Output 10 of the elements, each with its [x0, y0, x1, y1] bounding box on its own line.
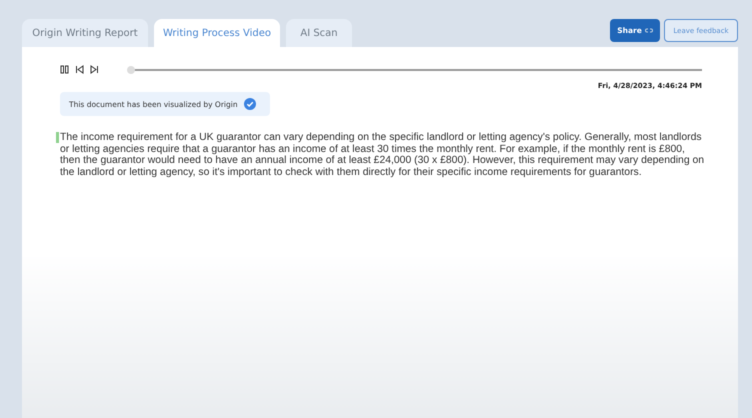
document-text: The income requirement for a UK guarantor can vary depending on the specific landlord or letting agency's policy. Generally, most landlords or letting agencies require that a guarantor has an income of at least 30 times the monthly rent. For example, if the monthly rent is £800, then the guarantor would need to have an annual income of at least £24,000 (30 x £800). However, this requirement may vary depending on the landlord or letting agency, so it's important to check with them directly for their specific income requirements for guarantors. [60, 132, 706, 178]
skip-forward-icon[interactable] [90, 65, 99, 74]
tab[interactable]: Writing Process Video [154, 19, 280, 47]
link-icon [644, 28, 653, 33]
progress-thumb[interactable] [127, 66, 135, 74]
pause-icon[interactable] [60, 65, 69, 74]
tab[interactable]: AI Scan [286, 19, 352, 47]
tab[interactable]: Origin Writing Report [22, 19, 148, 47]
cursor-highlight [56, 132, 59, 143]
skip-back-icon[interactable] [75, 65, 84, 74]
